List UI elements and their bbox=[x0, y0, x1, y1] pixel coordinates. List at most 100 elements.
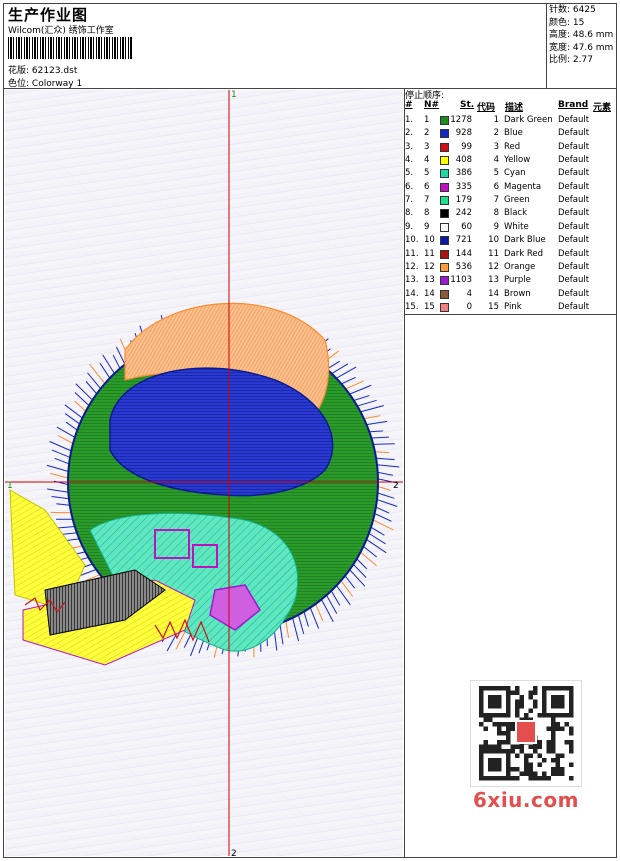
row-code: 15 bbox=[488, 301, 499, 312]
stop-row: 15. 15 0 15 Pink Default bbox=[405, 302, 617, 315]
row-stitches: 179 bbox=[455, 195, 472, 206]
row-code: 2 bbox=[493, 128, 499, 139]
column-header: 描述 bbox=[505, 103, 524, 113]
row-needle: 11 bbox=[424, 248, 435, 259]
row-code: 3 bbox=[493, 141, 499, 152]
row-brand: Default bbox=[558, 168, 590, 179]
row-index: 14. bbox=[405, 288, 419, 299]
row-code: 11 bbox=[488, 248, 499, 259]
row-index: 4. bbox=[405, 155, 414, 166]
row-stitches: 335 bbox=[455, 181, 472, 192]
row-needle: 10 bbox=[424, 235, 435, 246]
row-stitches: 99 bbox=[461, 141, 472, 152]
row-brand: Default bbox=[558, 195, 590, 206]
color-swatch bbox=[440, 289, 449, 299]
row-needle: 3 bbox=[424, 141, 430, 152]
design-width: 宽度: 47.6 mm bbox=[549, 42, 614, 53]
row-code: 7 bbox=[493, 195, 499, 206]
stop-row: 3. 3 99 3 Red Default bbox=[405, 142, 617, 155]
column-header: 元素 bbox=[593, 103, 612, 113]
row-description: Dark Blue bbox=[504, 235, 546, 246]
row-needle: 2 bbox=[424, 128, 430, 139]
row-brand: Default bbox=[558, 115, 590, 125]
row-needle: 5 bbox=[424, 168, 430, 179]
row-brand: Default bbox=[558, 155, 590, 166]
stop-row: 1. 1 1278 1 Dark Green Default bbox=[405, 115, 617, 128]
column-header: 代码 bbox=[477, 103, 496, 113]
color-swatch bbox=[440, 142, 449, 152]
design-value: 62123.dst bbox=[31, 66, 78, 76]
stats-panel: 针数: 6425 颜色: 15 高度: 48.6 mm 宽度: 47.6 mm … bbox=[549, 4, 613, 67]
column-header: N# bbox=[424, 100, 440, 110]
row-needle: 6 bbox=[424, 181, 430, 192]
color-swatch bbox=[440, 276, 449, 286]
row-description: Dark Red bbox=[504, 248, 544, 259]
color-swatch bbox=[440, 182, 449, 192]
row-brand: Default bbox=[558, 128, 590, 139]
row-index: 15. bbox=[405, 301, 419, 312]
page-title: 生产作业图 bbox=[8, 6, 89, 24]
row-stitches: 721 bbox=[455, 235, 472, 246]
row-needle: 1 bbox=[424, 115, 430, 125]
barcode bbox=[8, 37, 133, 59]
row-brand: Default bbox=[558, 221, 590, 232]
color-swatch bbox=[440, 169, 449, 179]
row-description: Yellow bbox=[504, 155, 531, 166]
row-code: 6 bbox=[493, 181, 499, 192]
stop-row: 2. 2 928 2 Blue Default bbox=[405, 128, 617, 141]
row-stitches: 408 bbox=[455, 155, 472, 166]
row-code: 1 bbox=[493, 115, 499, 125]
row-brand: Default bbox=[558, 141, 590, 152]
row-code: 5 bbox=[493, 168, 499, 179]
stop-row: 4. 4 408 4 Yellow Default bbox=[405, 155, 617, 168]
row-code: 9 bbox=[493, 221, 499, 232]
row-needle: 15 bbox=[424, 301, 435, 312]
row-index: 2. bbox=[405, 128, 414, 139]
stop-row: 9. 9 60 9 White Default bbox=[405, 222, 617, 235]
row-description: White bbox=[504, 221, 529, 232]
row-code: 10 bbox=[488, 235, 499, 246]
stats-divider bbox=[546, 3, 547, 88]
row-brand: Default bbox=[558, 235, 590, 246]
stop-row: 11. 11 144 11 Dark Red Default bbox=[405, 249, 617, 262]
color-swatch bbox=[440, 222, 449, 232]
row-index: 3. bbox=[405, 141, 414, 152]
design-label: 花版: bbox=[8, 66, 30, 76]
row-description: Black bbox=[504, 208, 527, 219]
stop-row: 10. 10 721 10 Dark Blue Default bbox=[405, 235, 617, 248]
row-description: Pink bbox=[504, 301, 522, 312]
axis-label-left: 1 bbox=[7, 481, 13, 491]
row-stitches: 242 bbox=[455, 208, 472, 219]
row-description: Red bbox=[504, 141, 521, 152]
axis-label-right: 2 bbox=[393, 481, 399, 491]
row-code: 13 bbox=[488, 275, 499, 286]
stop-row: 7. 7 179 7 Green Default bbox=[405, 195, 617, 208]
row-code: 8 bbox=[493, 208, 499, 219]
row-description: Orange bbox=[504, 261, 536, 272]
row-index: 7. bbox=[405, 195, 414, 206]
color-swatch bbox=[440, 116, 449, 125]
design-scale: 比例: 2.77 bbox=[549, 55, 593, 66]
stop-row: 8. 8 242 8 Black Default bbox=[405, 208, 617, 221]
column-header: Brand bbox=[558, 100, 589, 110]
row-index: 12. bbox=[405, 261, 419, 272]
row-index: 6. bbox=[405, 181, 414, 192]
embroidery-preview: 1 2 1 2 bbox=[5, 90, 403, 859]
color-swatch bbox=[440, 209, 449, 219]
row-needle: 7 bbox=[424, 195, 430, 206]
design-canvas[interactable]: 1 2 1 2 bbox=[5, 90, 403, 859]
row-stitches: 536 bbox=[455, 261, 472, 272]
color-swatch bbox=[440, 262, 449, 272]
watermark: 6xiu.com bbox=[473, 788, 579, 812]
row-stitches: 0 bbox=[466, 301, 472, 312]
row-code: 12 bbox=[488, 261, 499, 272]
row-index: 1. bbox=[405, 115, 414, 125]
row-code: 14 bbox=[488, 288, 499, 299]
stop-row: 6. 6 335 6 Magenta Default bbox=[405, 182, 617, 195]
row-stitches: 1278 bbox=[450, 115, 472, 125]
row-code: 4 bbox=[493, 155, 499, 166]
row-index: 11. bbox=[405, 248, 419, 259]
row-needle: 4 bbox=[424, 155, 430, 166]
row-needle: 13 bbox=[424, 275, 435, 286]
subtitle: Wilcom(汇众) 绣饰工作室 bbox=[8, 26, 114, 36]
